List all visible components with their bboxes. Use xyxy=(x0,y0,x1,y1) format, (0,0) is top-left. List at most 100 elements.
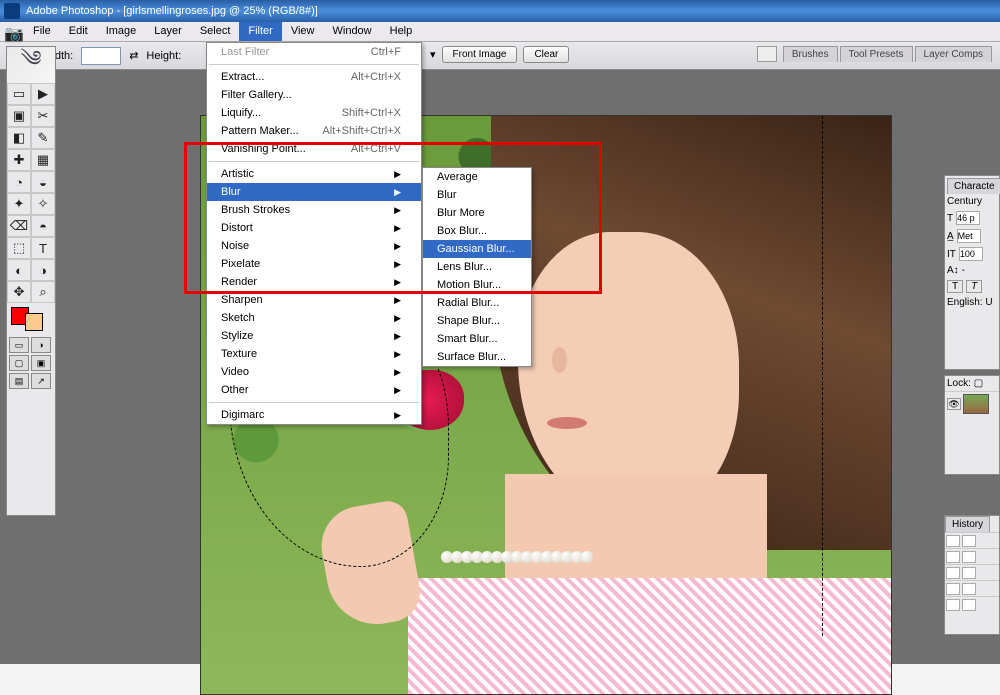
tool-11[interactable]: ✧ xyxy=(31,193,55,215)
history-state[interactable] xyxy=(945,532,999,548)
menu-select[interactable]: Select xyxy=(191,22,240,41)
menu-item-average[interactable]: Average xyxy=(423,168,531,186)
tool-15[interactable]: T xyxy=(31,237,55,259)
menu-item-last-filter: Last FilterCtrl+F xyxy=(207,43,421,61)
tool-3[interactable]: ✂ xyxy=(31,105,55,127)
tool-0[interactable]: ▭ xyxy=(7,83,31,105)
menu-item-vanishing-point-[interactable]: Vanishing Point...Alt+Ctrl+V xyxy=(207,140,421,158)
tool-12[interactable]: ⌫ xyxy=(7,215,31,237)
jump-to[interactable]: ↗ xyxy=(31,373,51,389)
menu-window[interactable]: Window xyxy=(324,22,381,41)
tool-8[interactable]: ◔ xyxy=(7,171,31,193)
menu-item-smart-blur-[interactable]: Smart Blur... xyxy=(423,330,531,348)
tool-2[interactable]: ▣ xyxy=(7,105,31,127)
lock-icon[interactable]: ▢ xyxy=(974,378,983,389)
tool-16[interactable]: ◐ xyxy=(7,259,31,281)
character-tab[interactable]: Characte xyxy=(947,178,1000,194)
screen-mode-3[interactable]: ▤ xyxy=(9,373,29,389)
menu-item-motion-blur-[interactable]: Motion Blur... xyxy=(423,276,531,294)
menu-item-pattern-maker-[interactable]: Pattern Maker...Alt+Shift+Ctrl+X xyxy=(207,122,421,140)
background-color[interactable] xyxy=(25,313,43,331)
character-panel[interactable]: Characte Century T A̲ IT A↕- TT English:… xyxy=(944,175,1000,370)
layer-row[interactable]: 👁 xyxy=(945,391,999,416)
tracking-input[interactable] xyxy=(959,247,983,261)
tab-layer-comps[interactable]: Layer Comps xyxy=(915,46,992,62)
italic-button[interactable]: T xyxy=(966,280,982,293)
workspace xyxy=(0,70,1000,664)
tool-18[interactable]: ✥ xyxy=(7,281,31,303)
menu-item-sharpen[interactable]: Sharpen▶ xyxy=(207,291,421,309)
menu-item-noise[interactable]: Noise▶ xyxy=(207,237,421,255)
layer-thumbnail[interactable] xyxy=(963,394,989,414)
menu-item-distort[interactable]: Distort▶ xyxy=(207,219,421,237)
history-state[interactable] xyxy=(945,548,999,564)
layers-panel[interactable]: Lock: ▢ 👁 xyxy=(944,375,1000,475)
tool-5[interactable]: ✎ xyxy=(31,127,55,149)
title-bar: Adobe Photoshop - [girlsmellingroses.jpg… xyxy=(0,0,1000,22)
menu-filter[interactable]: Filter xyxy=(239,22,281,41)
menu-item-blur[interactable]: Blur▶ xyxy=(207,183,421,201)
menu-item-surface-blur-[interactable]: Surface Blur... xyxy=(423,348,531,366)
menu-item-other[interactable]: Other▶ xyxy=(207,381,421,399)
tool-13[interactable]: ◓ xyxy=(31,215,55,237)
menu-item-blur-more[interactable]: Blur More xyxy=(423,204,531,222)
front-image-button[interactable]: Front Image xyxy=(442,46,518,63)
selection-marquee xyxy=(822,116,891,636)
menu-item-artistic[interactable]: Artistic▶ xyxy=(207,165,421,183)
menu-item-blur[interactable]: Blur xyxy=(423,186,531,204)
history-panel[interactable]: History xyxy=(944,515,1000,635)
width-input[interactable] xyxy=(81,47,121,65)
swap-icon[interactable]: ⇄ xyxy=(129,49,138,62)
menu-image[interactable]: Image xyxy=(97,22,146,41)
menu-help[interactable]: Help xyxy=(381,22,422,41)
tab-brushes[interactable]: Brushes xyxy=(783,46,838,62)
tool-17[interactable]: ◑ xyxy=(31,259,55,281)
menu-item-extract-[interactable]: Extract...Alt+Ctrl+X xyxy=(207,68,421,86)
dropdown-arrow-icon[interactable]: ▾ xyxy=(430,48,436,61)
visibility-eye-icon[interactable]: 👁 xyxy=(947,398,961,410)
menu-item-shape-blur-[interactable]: Shape Blur... xyxy=(423,312,531,330)
menu-item-gaussian-blur-[interactable]: Gaussian Blur... xyxy=(423,240,531,258)
history-tab[interactable]: History xyxy=(945,516,990,532)
language-select[interactable]: English: U xyxy=(947,297,993,308)
menu-item-pixelate[interactable]: Pixelate▶ xyxy=(207,255,421,273)
color-swatches[interactable] xyxy=(7,303,55,335)
screen-mode-2[interactable]: ▣ xyxy=(31,355,51,371)
clear-button[interactable]: Clear xyxy=(523,46,569,63)
kerning-input[interactable] xyxy=(957,229,981,243)
menu-item-video[interactable]: Video▶ xyxy=(207,363,421,381)
tool-14[interactable]: ⬚ xyxy=(7,237,31,259)
mode-standard[interactable]: ▭ xyxy=(9,337,29,353)
mode-quickmask[interactable]: ◑ xyxy=(31,337,51,353)
bold-button[interactable]: T xyxy=(947,280,963,293)
menu-item-lens-blur-[interactable]: Lens Blur... xyxy=(423,258,531,276)
tool-4[interactable]: ◧ xyxy=(7,127,31,149)
tab-tool-presets[interactable]: Tool Presets xyxy=(840,46,913,62)
dock-grip-icon[interactable] xyxy=(757,46,777,62)
tool-9[interactable]: ◒ xyxy=(31,171,55,193)
menu-item-box-blur-[interactable]: Box Blur... xyxy=(423,222,531,240)
menu-item-render[interactable]: Render▶ xyxy=(207,273,421,291)
screen-mode-1[interactable]: ▢ xyxy=(9,355,29,371)
menu-layer[interactable]: Layer xyxy=(145,22,191,41)
history-state[interactable] xyxy=(945,564,999,580)
tool-6[interactable]: ✚ xyxy=(7,149,31,171)
menu-item-stylize[interactable]: Stylize▶ xyxy=(207,327,421,345)
menu-view[interactable]: View xyxy=(282,22,324,41)
menu-item-sketch[interactable]: Sketch▶ xyxy=(207,309,421,327)
font-size-input[interactable] xyxy=(956,211,980,225)
menu-item-radial-blur-[interactable]: Radial Blur... xyxy=(423,294,531,312)
menu-item-liquify-[interactable]: Liquify...Shift+Ctrl+X xyxy=(207,104,421,122)
history-state[interactable] xyxy=(945,580,999,596)
tool-10[interactable]: ✦ xyxy=(7,193,31,215)
font-family[interactable]: Century xyxy=(947,196,982,207)
tool-7[interactable]: ▦ xyxy=(31,149,55,171)
tool-1[interactable]: ▶ xyxy=(31,83,55,105)
menu-item-texture[interactable]: Texture▶ xyxy=(207,345,421,363)
menu-item-digimarc[interactable]: Digimarc▶ xyxy=(207,406,421,424)
menu-item-filter-gallery-[interactable]: Filter Gallery... xyxy=(207,86,421,104)
menu-item-brush-strokes[interactable]: Brush Strokes▶ xyxy=(207,201,421,219)
tool-19[interactable]: ⌕ xyxy=(31,281,55,303)
history-state[interactable] xyxy=(945,596,999,612)
menu-edit[interactable]: Edit xyxy=(60,22,97,41)
